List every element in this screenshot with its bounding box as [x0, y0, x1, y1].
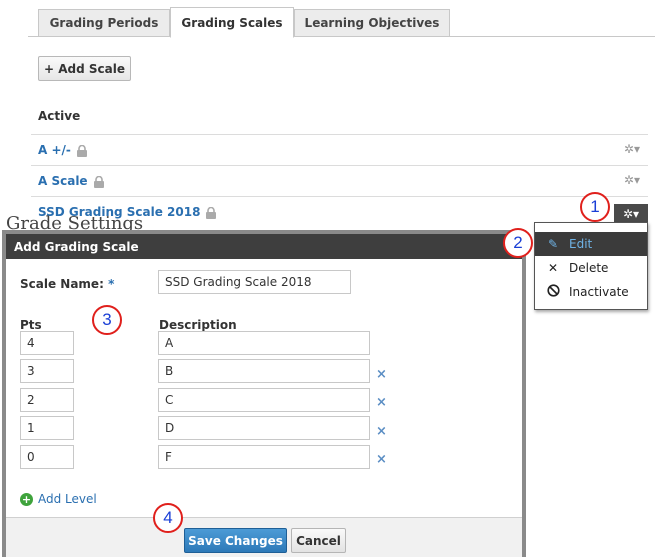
annotation-callout-4: 4 — [153, 503, 183, 533]
annotation-callout-3: 3 — [92, 305, 122, 335]
annotation-callout-1: 1 — [580, 192, 610, 222]
pts-input[interactable]: 2 — [20, 388, 74, 412]
gear-menu-button[interactable]: ✲▾ — [624, 142, 640, 156]
pts-input[interactable]: 0 — [20, 445, 74, 469]
scale-name-link[interactable]: A Scale — [38, 174, 88, 188]
remove-level-icon[interactable]: × — [376, 395, 387, 410]
dialog-footer: Save Changes Cancel — [6, 517, 522, 557]
description-input[interactable]: C — [158, 388, 370, 412]
gear-menu-button-open[interactable]: ✲▾ — [614, 204, 648, 224]
annotation-callout-2: 2 — [503, 228, 533, 258]
description-input[interactable]: F — [158, 445, 370, 469]
save-changes-button[interactable]: Save Changes — [184, 528, 287, 553]
active-section-heading: Active — [38, 109, 81, 123]
pts-header: Pts — [20, 318, 42, 332]
scale-name-label: Scale Name: * — [20, 277, 114, 291]
description-header: Description — [159, 318, 237, 332]
add-grading-scale-dialog: Add Grading Scale Scale Name: * SSD Grad… — [2, 230, 526, 557]
scale-name-input[interactable]: SSD Grading Scale 2018 — [158, 270, 351, 294]
scale-row: A Scale ✲▾ — [31, 165, 648, 196]
pts-input[interactable]: 4 — [20, 331, 74, 355]
tab-grading-periods[interactable]: Grading Periods — [38, 9, 170, 37]
add-level-link[interactable]: + Add Level — [20, 492, 97, 506]
menu-item-delete[interactable]: ✕ Delete — [535, 256, 647, 280]
gear-menu-button[interactable]: ✲▾ — [624, 173, 640, 187]
menu-item-label: Edit — [569, 237, 593, 251]
ban-icon — [545, 284, 561, 300]
menu-item-edit[interactable]: ✎ Edit — [535, 232, 647, 256]
scale-name-label-text: Scale Name: — [20, 277, 104, 291]
tab-learning-objectives[interactable]: Learning Objectives — [294, 9, 450, 37]
description-input[interactable]: A — [158, 331, 370, 355]
lock-icon — [93, 175, 104, 188]
cancel-button[interactable]: Cancel — [291, 528, 346, 553]
lock-icon — [206, 206, 217, 219]
scale-row: A +/- ✲▾ — [31, 134, 648, 165]
lock-icon — [76, 144, 87, 157]
menu-item-label: Inactivate — [569, 285, 629, 299]
add-scale-button[interactable]: + Add Scale — [38, 56, 131, 81]
remove-level-icon[interactable]: × — [376, 424, 387, 439]
gear-dropdown-menu: ✎ Edit ✕ Delete Inactivate — [534, 222, 648, 310]
scale-name-link[interactable]: A +/- — [38, 143, 71, 157]
remove-level-icon[interactable]: × — [376, 452, 387, 467]
gear-icon: ✲▾ — [623, 173, 640, 187]
description-input[interactable]: B — [158, 359, 370, 383]
tab-grading-scales[interactable]: Grading Scales — [170, 7, 294, 38]
x-icon: ✕ — [547, 261, 559, 275]
description-input[interactable]: D — [158, 416, 370, 440]
required-marker: * — [108, 277, 115, 291]
add-level-label: Add Level — [38, 492, 97, 506]
tab-bar: Grading Periods Grading Scales Learning … — [28, 7, 655, 38]
remove-level-icon[interactable]: × — [376, 367, 387, 382]
gear-icon: ✲▾ — [622, 207, 640, 221]
pts-input[interactable]: 1 — [20, 416, 74, 440]
gear-icon: ✲▾ — [623, 142, 640, 156]
add-circle-icon: + — [20, 492, 33, 506]
pts-input[interactable]: 3 — [20, 359, 74, 383]
menu-item-inactivate[interactable]: Inactivate — [535, 280, 647, 304]
menu-item-label: Delete — [569, 261, 609, 275]
dialog-title: Add Grading Scale — [6, 234, 522, 259]
pencil-icon: ✎ — [547, 237, 559, 251]
